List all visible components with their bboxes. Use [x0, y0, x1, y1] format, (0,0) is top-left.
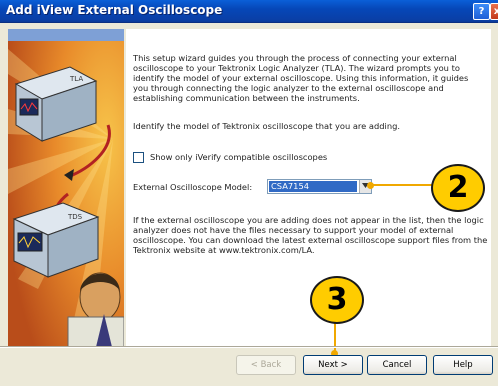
- cancel-button[interactable]: Cancel: [367, 355, 427, 375]
- help-button[interactable]: Help: [433, 355, 493, 375]
- window-title: Add iView External Oscilloscope: [6, 3, 223, 17]
- callout-2-badge: 2: [431, 164, 485, 212]
- compatible-only-checkbox[interactable]: [133, 152, 144, 163]
- title-bar[interactable]: Add iView External Oscilloscope ? x: [0, 0, 498, 23]
- callout-3-leader: [334, 320, 336, 353]
- button-separator: [0, 346, 498, 348]
- oscilloscope-model-label: External Oscilloscope Model:: [133, 182, 253, 192]
- callout-2-leader: [371, 184, 432, 186]
- identify-instruction: Identify the model of Tektronix oscillos…: [133, 121, 400, 131]
- intro-text: This setup wizard guides you through the…: [133, 53, 469, 104]
- back-button[interactable]: < Back: [236, 355, 296, 375]
- callout-3-badge: 3: [310, 276, 364, 324]
- title-close-button[interactable]: x: [490, 3, 498, 20]
- tla-label: TLA: [69, 75, 83, 83]
- missing-model-note: If the external oscilloscope you are add…: [133, 215, 488, 256]
- title-help-button[interactable]: ?: [473, 3, 490, 20]
- compatible-only-label[interactable]: Show only iVerify compatible oscilloscop…: [150, 152, 327, 162]
- next-button[interactable]: Next >: [303, 355, 363, 375]
- oscilloscope-model-value[interactable]: CSA7154: [269, 181, 357, 192]
- tds-label: TDS: [67, 213, 83, 221]
- callout-2-dot: [367, 182, 374, 189]
- wizard-window: Add iView External Oscilloscope ? x TLA …: [0, 0, 498, 386]
- oscilloscope-model-dropdown[interactable]: CSA7154: [267, 179, 372, 194]
- wizard-illustration: TLA TDS: [8, 29, 124, 347]
